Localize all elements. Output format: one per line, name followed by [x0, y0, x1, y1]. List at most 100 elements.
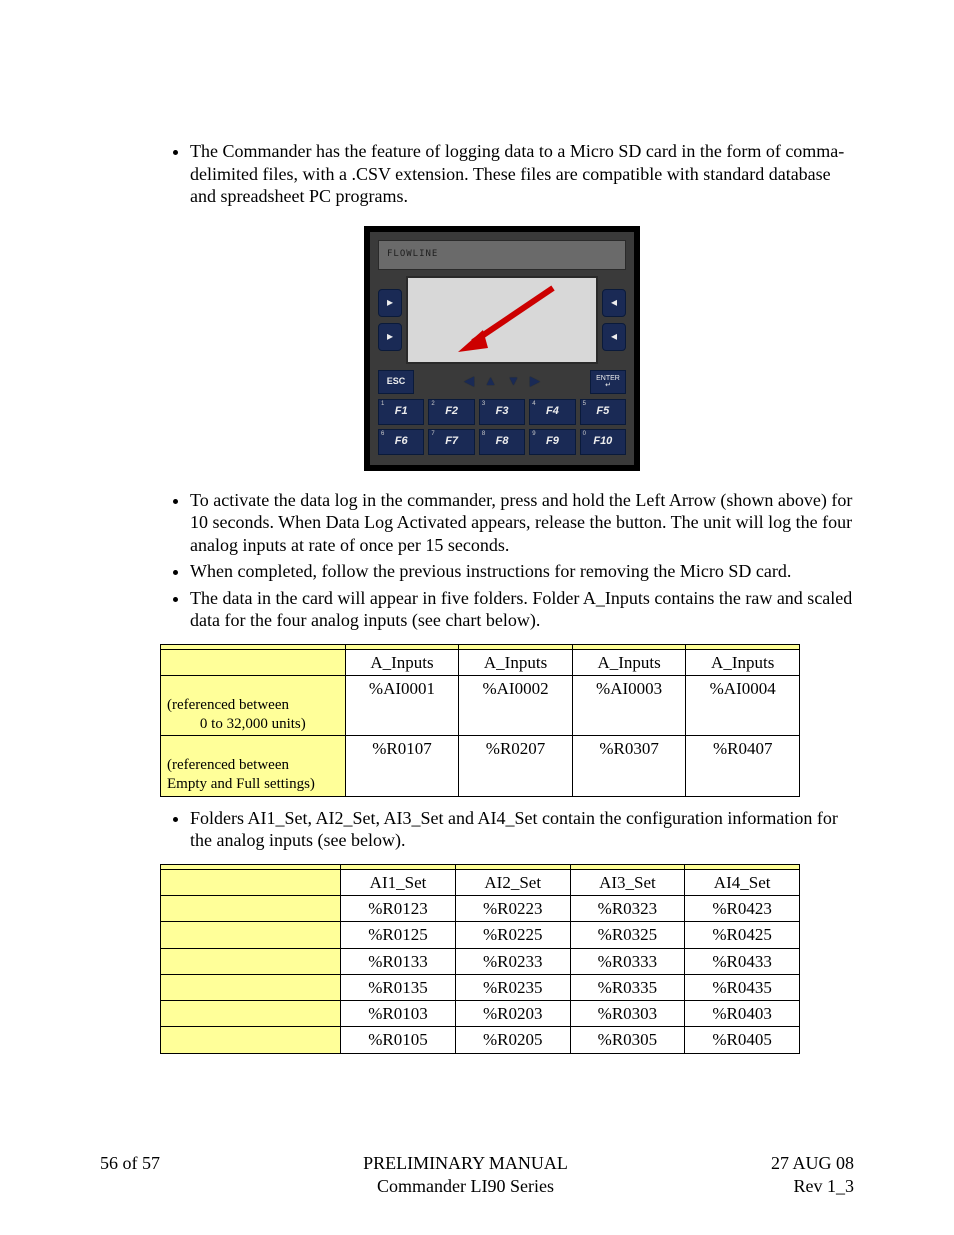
fkey-f2[interactable]: 2F2	[428, 399, 474, 425]
table-row: %R0135 %R0235 %R0335 %R0435	[161, 974, 800, 1000]
cell: A_Inputs	[345, 649, 459, 675]
table-ai-set: AI1_Set AI2_Set AI3_Set AI4_Set %R0123 %…	[160, 864, 800, 1054]
fkey-row-1: 1F1 2F2 3F3 4F4 5F5	[378, 399, 626, 425]
cell: %R0335	[570, 974, 685, 1000]
cell: %R0203	[455, 1001, 570, 1027]
footer-center: PRELIMINARY MANUAL Commander LI90 Series	[363, 1152, 568, 1197]
right-side-buttons: ◂ ◂	[602, 276, 626, 364]
cell: %R0403	[685, 1001, 800, 1027]
cell	[161, 649, 346, 675]
cell: %R0223	[455, 896, 570, 922]
esc-button[interactable]: ESC	[378, 370, 414, 394]
device-figure: FLOWLINE ▸ ▸ ◂ ◂	[150, 226, 854, 471]
cell: A_Inputs	[459, 649, 573, 675]
cell: %R0323	[570, 896, 685, 922]
cell: %R0103	[341, 1001, 456, 1027]
fkey-f9[interactable]: 9F9	[529, 429, 575, 455]
bullet-list-3: Folders AI1_Set, AI2_Set, AI3_Set and AI…	[150, 807, 854, 852]
cell: %R0325	[570, 922, 685, 948]
footer-date: 27 AUG 08	[771, 1152, 854, 1175]
cell-subtext: (referenced between	[167, 756, 339, 775]
cell: %R0423	[685, 896, 800, 922]
document-page: The Commander has the feature of logging…	[0, 0, 954, 1235]
left-side-buttons: ▸ ▸	[378, 276, 402, 364]
enter-button[interactable]: ENTER↵	[590, 370, 626, 394]
fkey-f5[interactable]: 5F5	[580, 399, 626, 425]
cell: %R0205	[455, 1027, 570, 1053]
bullet-list-1: The Commander has the feature of logging…	[150, 140, 854, 208]
fkey-f1[interactable]: 1F1	[378, 399, 424, 425]
fkey-f6[interactable]: 6F6	[378, 429, 424, 455]
arrow-left-icon[interactable]: ◀	[464, 373, 474, 389]
table-row: A_Inputs A_Inputs A_Inputs A_Inputs	[161, 649, 800, 675]
cell: AI2_Set	[455, 869, 570, 895]
cell: %R0435	[685, 974, 800, 1000]
cell: %R0107	[345, 736, 459, 797]
cell: %AI0001	[345, 675, 459, 736]
cell: %R0207	[459, 736, 573, 797]
cell: %R0305	[570, 1027, 685, 1053]
device-panel: FLOWLINE ▸ ▸ ◂ ◂	[370, 232, 634, 465]
cell	[161, 974, 341, 1000]
cell: AI1_Set	[341, 869, 456, 895]
paragraph: When completed, follow the previous inst…	[190, 560, 854, 583]
table-a-inputs: A_Inputs A_Inputs A_Inputs A_Inputs (ref…	[160, 644, 800, 797]
footer-title: PRELIMINARY MANUAL	[363, 1152, 568, 1175]
arrow-down-icon[interactable]: ▼	[507, 373, 520, 389]
fkey-f7[interactable]: 7F7	[428, 429, 474, 455]
footer-right: 27 AUG 08 Rev 1_3	[771, 1152, 854, 1197]
cell: AI3_Set	[570, 869, 685, 895]
cell: %R0225	[455, 922, 570, 948]
page-footer: 56 of 57 PRELIMINARY MANUAL Commander LI…	[100, 1152, 854, 1197]
footer-rev: Rev 1_3	[771, 1175, 854, 1198]
paragraph: Folders AI1_Set, AI2_Set, AI3_Set and AI…	[190, 807, 854, 852]
cell	[161, 896, 341, 922]
cell: %R0333	[570, 948, 685, 974]
table-row: (referenced between Empty and Full setti…	[161, 736, 800, 797]
fkey-f8[interactable]: 8F8	[479, 429, 525, 455]
side-button-right-icon[interactable]: ▸	[378, 323, 402, 351]
cell: %R0303	[570, 1001, 685, 1027]
cell-subtext: 0 to 32,000 units)	[167, 715, 339, 734]
cell: AI4_Set	[685, 869, 800, 895]
table-row: %R0103 %R0203 %R0303 %R0403	[161, 1001, 800, 1027]
table-row: %R0105 %R0205 %R0305 %R0405	[161, 1027, 800, 1053]
device-bezel: FLOWLINE ▸ ▸ ◂ ◂	[364, 226, 640, 471]
cell: (referenced between 0 to 32,000 units)	[161, 675, 346, 736]
cell-subtext: Empty and Full settings)	[167, 775, 339, 794]
cell: %R0407	[686, 736, 800, 797]
cell: %R0233	[455, 948, 570, 974]
table-row: %R0133 %R0233 %R0333 %R0433	[161, 948, 800, 974]
cell: %R0125	[341, 922, 456, 948]
cell: %R0133	[341, 948, 456, 974]
paragraph: The Commander has the feature of logging…	[190, 140, 854, 208]
footer-page-number: 56 of 57	[100, 1152, 160, 1197]
cell	[161, 948, 341, 974]
fkey-f10[interactable]: 0F10	[580, 429, 626, 455]
cell-subtext: (referenced between	[167, 696, 339, 715]
cell: %R0405	[685, 1027, 800, 1053]
cell: %AI0002	[459, 675, 573, 736]
arrow-right-icon[interactable]: ▶	[530, 373, 540, 389]
side-button-left-icon[interactable]: ◂	[602, 323, 626, 351]
fkey-f4[interactable]: 4F4	[529, 399, 575, 425]
footer-subtitle: Commander LI90 Series	[363, 1175, 568, 1198]
cell: A_Inputs	[572, 649, 686, 675]
nav-arrows: ◀ ▲ ▼ ▶	[414, 373, 590, 389]
cell: %R0235	[455, 974, 570, 1000]
banner-text: FLOWLINE	[387, 250, 438, 259]
red-arrow-icon	[428, 280, 568, 358]
cell: A_Inputs	[686, 649, 800, 675]
cell: %AI0003	[572, 675, 686, 736]
cell: %R0433	[685, 948, 800, 974]
side-button-right-icon[interactable]: ▸	[378, 289, 402, 317]
side-button-left-icon[interactable]: ◂	[602, 289, 626, 317]
fkey-f3[interactable]: 3F3	[479, 399, 525, 425]
table-row: AI1_Set AI2_Set AI3_Set AI4_Set	[161, 869, 800, 895]
cell	[161, 1001, 341, 1027]
arrow-up-icon[interactable]: ▲	[484, 373, 497, 389]
cell	[161, 1027, 341, 1053]
cell	[161, 869, 341, 895]
cell: %R0135	[341, 974, 456, 1000]
cell: (referenced between Empty and Full setti…	[161, 736, 346, 797]
